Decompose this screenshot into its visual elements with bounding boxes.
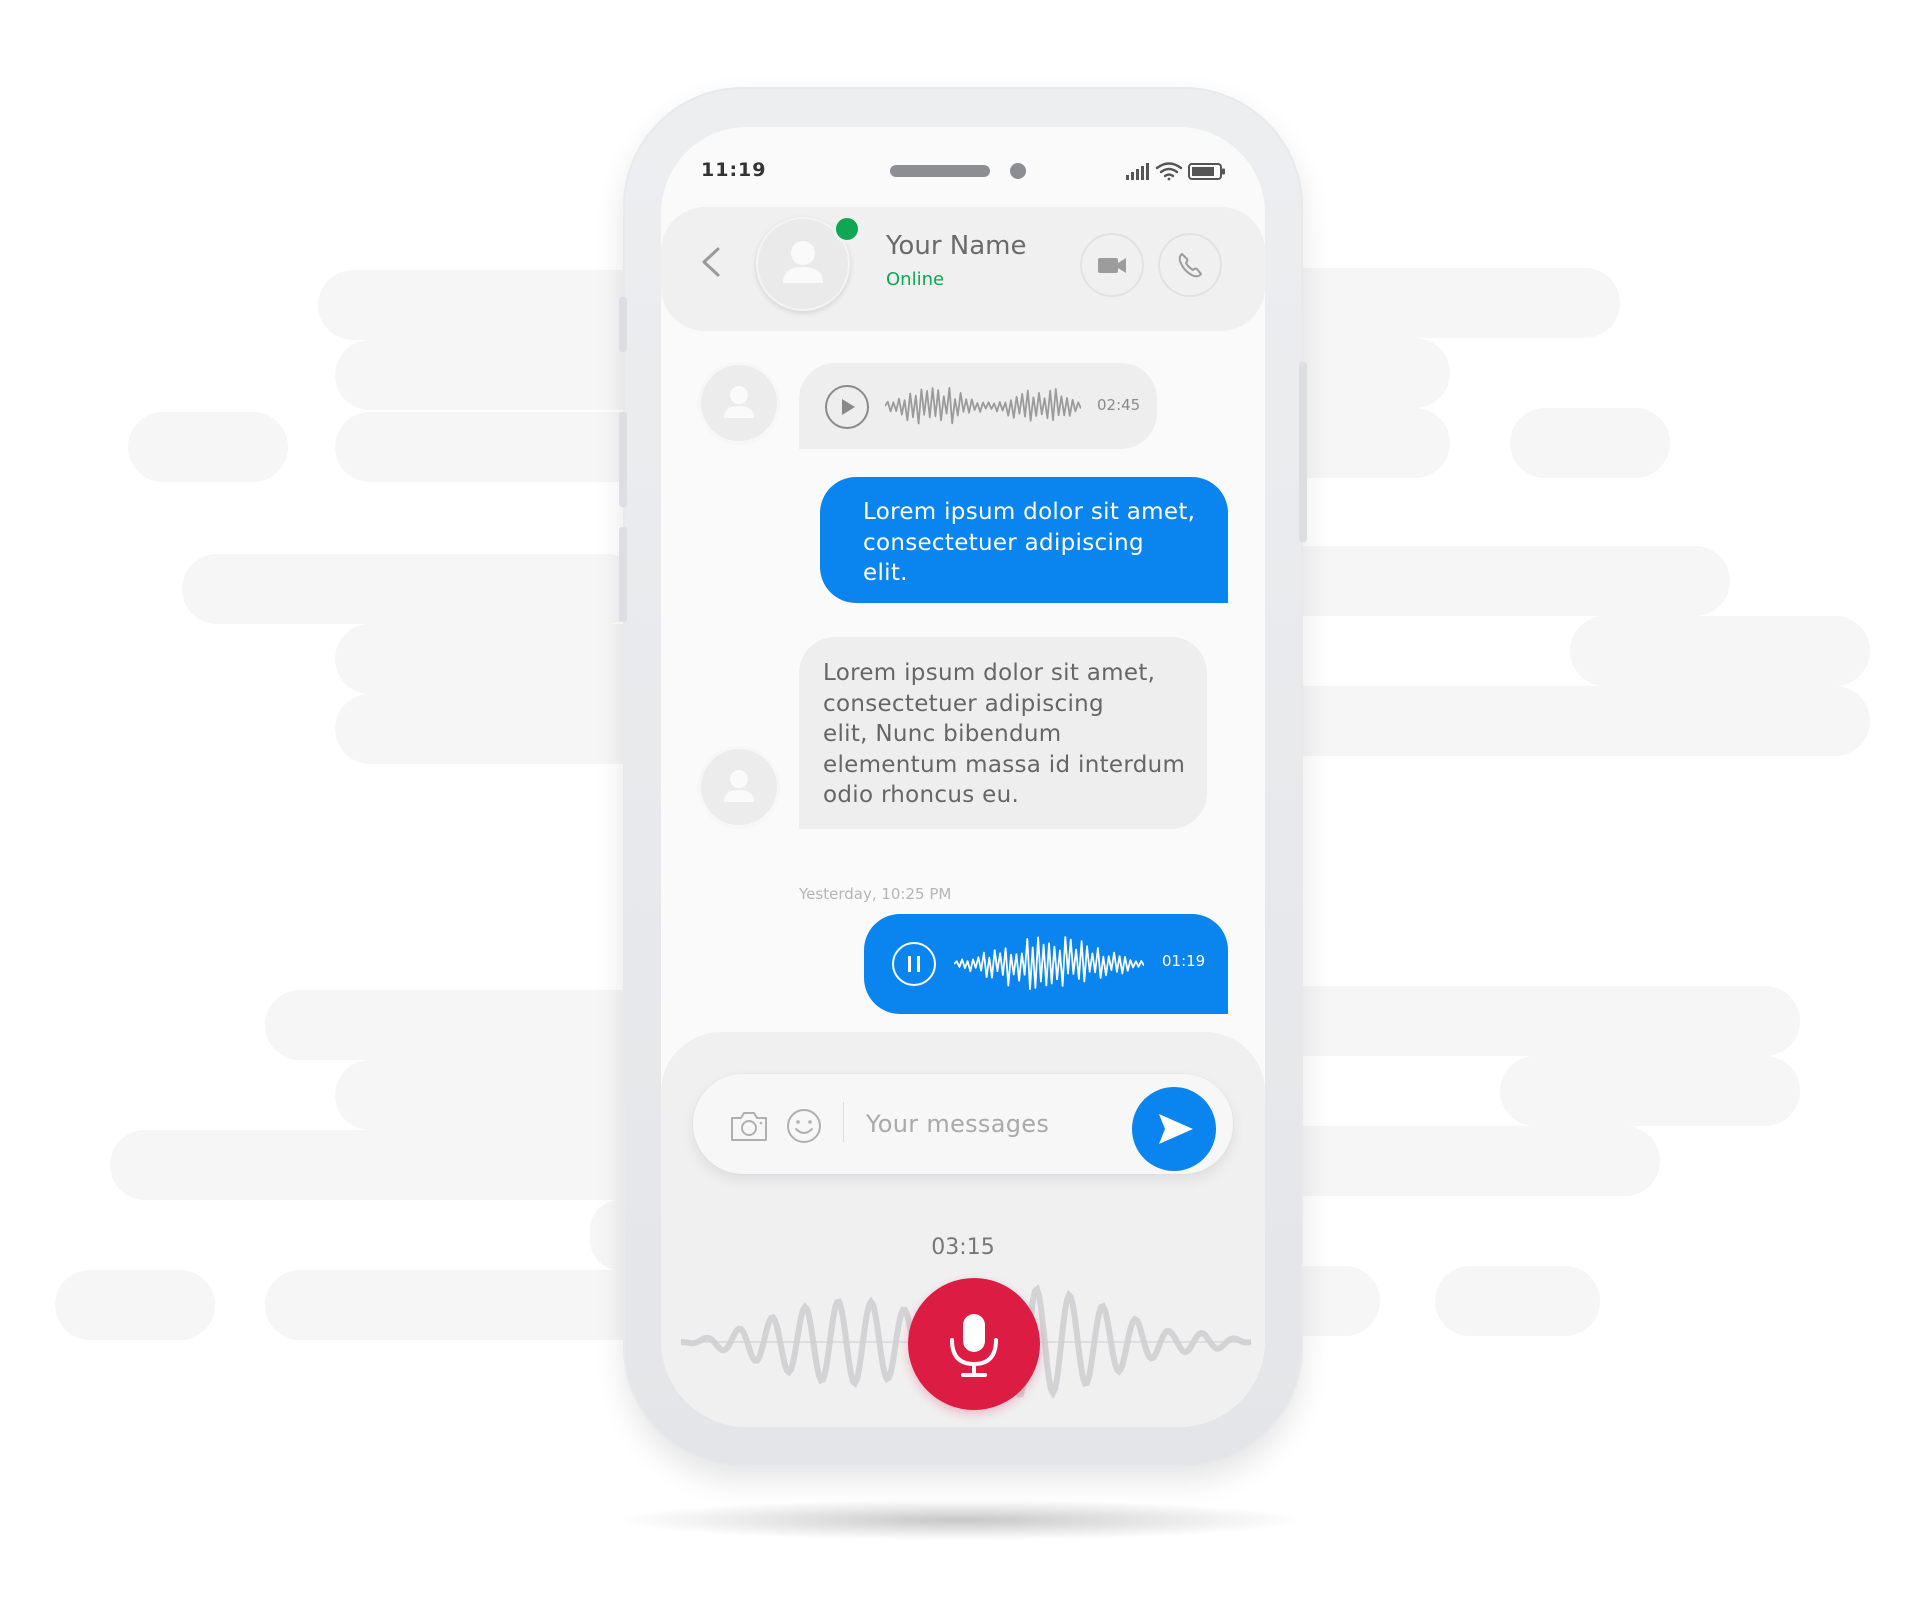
message-bubble-incoming[interactable]: Lorem ipsum dolor sit amet, consectetuer… [799,637,1207,829]
message-input[interactable]: Your messages [866,1110,1049,1138]
message-timestamp: Yesterday, 10:25 PM [799,885,952,903]
chat-screen: 11:19 Your Name Online 02:45 Lorem ipsum… [661,127,1265,1427]
audio-waveform [885,387,1081,425]
user-icon [724,386,754,418]
side-button [619,527,627,622]
wifi-icon [1155,162,1183,181]
recording-timer: 03:15 [931,1235,995,1260]
battery-icon [1188,163,1225,180]
record-button[interactable] [908,1278,1040,1410]
status-icons [1126,162,1225,181]
emoji-icon[interactable] [785,1107,823,1145]
side-button [619,297,627,352]
audio-duration: 01:19 [1162,952,1206,970]
message-text: Lorem ipsum dolor sit amet, consectetuer… [823,660,1186,808]
send-button[interactable] [1132,1087,1216,1171]
side-button [619,412,627,507]
phone-shadow [620,1500,1300,1540]
camera-icon[interactable] [729,1109,769,1143]
video-call-button[interactable] [1082,235,1142,295]
video-camera-icon [1098,258,1126,273]
message-bubble-outgoing[interactable]: Lorem ipsum dolor sit amet, consectetuer… [820,477,1228,603]
audio-message-outgoing[interactable]: 01:19 [864,914,1228,1014]
earpiece-speaker [890,165,990,177]
user-icon [724,770,754,802]
microphone-icon [950,1314,998,1377]
sender-avatar [701,749,777,825]
audio-waveform [954,936,1144,990]
voice-call-button[interactable] [1160,235,1220,295]
contact-name: Your Name [886,231,1027,261]
online-indicator [833,215,861,243]
sender-avatar [701,365,777,441]
phone-icon [1178,253,1202,278]
phone-frame: 11:19 Your Name Online 02:45 Lorem ipsum… [619,87,1307,1467]
front-camera [1010,163,1026,179]
message-text: Lorem ipsum dolor sit amet, consectetuer… [863,499,1196,586]
composer-divider [843,1102,844,1142]
status-time: 11:19 [701,159,767,181]
send-icon [1159,1114,1193,1144]
back-arrow-icon[interactable] [696,237,726,287]
chat-header: Your Name Online [661,207,1265,331]
audio-message-incoming[interactable]: 02:45 [799,363,1157,449]
contact-status: Online [886,269,945,290]
signal-icon [1126,163,1149,180]
side-button [1299,362,1307,542]
audio-duration: 02:45 [1097,396,1141,414]
pause-icon[interactable] [891,941,937,987]
play-icon[interactable] [824,384,870,430]
